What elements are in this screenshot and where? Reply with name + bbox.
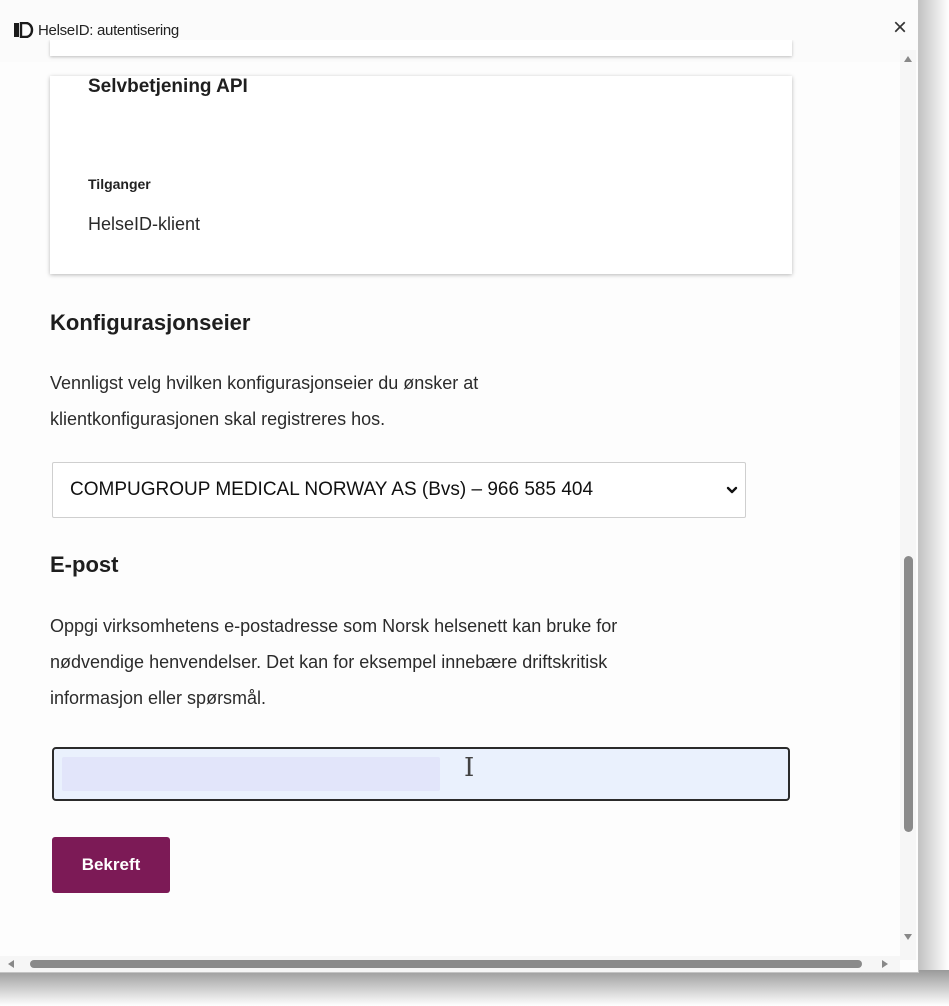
- confirm-button[interactable]: Bekreft: [52, 837, 170, 893]
- previous-card-edge: [50, 40, 792, 56]
- scroll-down-arrow-icon[interactable]: [904, 934, 912, 940]
- email-description-line: Oppgi virksomhetens e-postadresse som No…: [50, 616, 618, 636]
- config-owner-selected-value: COMPUGROUP MEDICAL NORWAY AS (Bvs) – 966…: [70, 479, 594, 500]
- config-owner-heading: Konfigurasjonseier: [50, 310, 251, 335]
- email-autofill-highlight: [62, 757, 440, 791]
- dialog-window: HelseID: autentisering × Selvbetjening A…: [0, 0, 919, 973]
- window-title: HelseID: autentisering: [38, 22, 179, 39]
- chevron-down-icon: [726, 486, 738, 494]
- email-heading: E-post: [50, 552, 119, 577]
- window-shadow-bottom: [0, 970, 949, 1006]
- email-description-line: informasjon eller spørsmål.: [50, 688, 267, 708]
- vertical-scroll-thumb[interactable]: [904, 556, 913, 832]
- close-icon[interactable]: ×: [886, 14, 914, 42]
- config-owner-select[interactable]: COMPUGROUP MEDICAL NORWAY AS (Bvs) – 966…: [52, 462, 746, 518]
- config-owner-description-line: Vennligst velg hvilken konfigurasjonseie…: [50, 373, 479, 393]
- config-owner-description-line: klientkonfigurasjonen skal registreres h…: [50, 409, 386, 429]
- email-description: Oppgi virksomhetens e-postadresse som No…: [50, 608, 790, 716]
- scroll-left-arrow-icon[interactable]: [8, 960, 14, 968]
- api-card: [50, 76, 792, 274]
- vertical-scrollbar[interactable]: [900, 50, 916, 960]
- email-description-line: nødvendige henvendelser. Det kan for eks…: [50, 652, 608, 672]
- scroll-right-arrow-icon[interactable]: [882, 960, 888, 968]
- text-cursor-icon: I: [464, 753, 475, 783]
- scroll-up-arrow-icon[interactable]: [904, 56, 912, 62]
- horizontal-scroll-thumb[interactable]: [30, 960, 862, 968]
- card-access-value: HelseID-klient: [88, 214, 201, 234]
- config-owner-description: Vennligst velg hvilken konfigurasjonseie…: [50, 365, 790, 437]
- helseid-app-icon: [14, 22, 34, 38]
- email-input[interactable]: I: [52, 747, 790, 801]
- card-title: Selvbetjening API: [88, 76, 248, 97]
- horizontal-scrollbar[interactable]: [0, 956, 900, 972]
- card-access-label: Tilganger: [88, 176, 151, 192]
